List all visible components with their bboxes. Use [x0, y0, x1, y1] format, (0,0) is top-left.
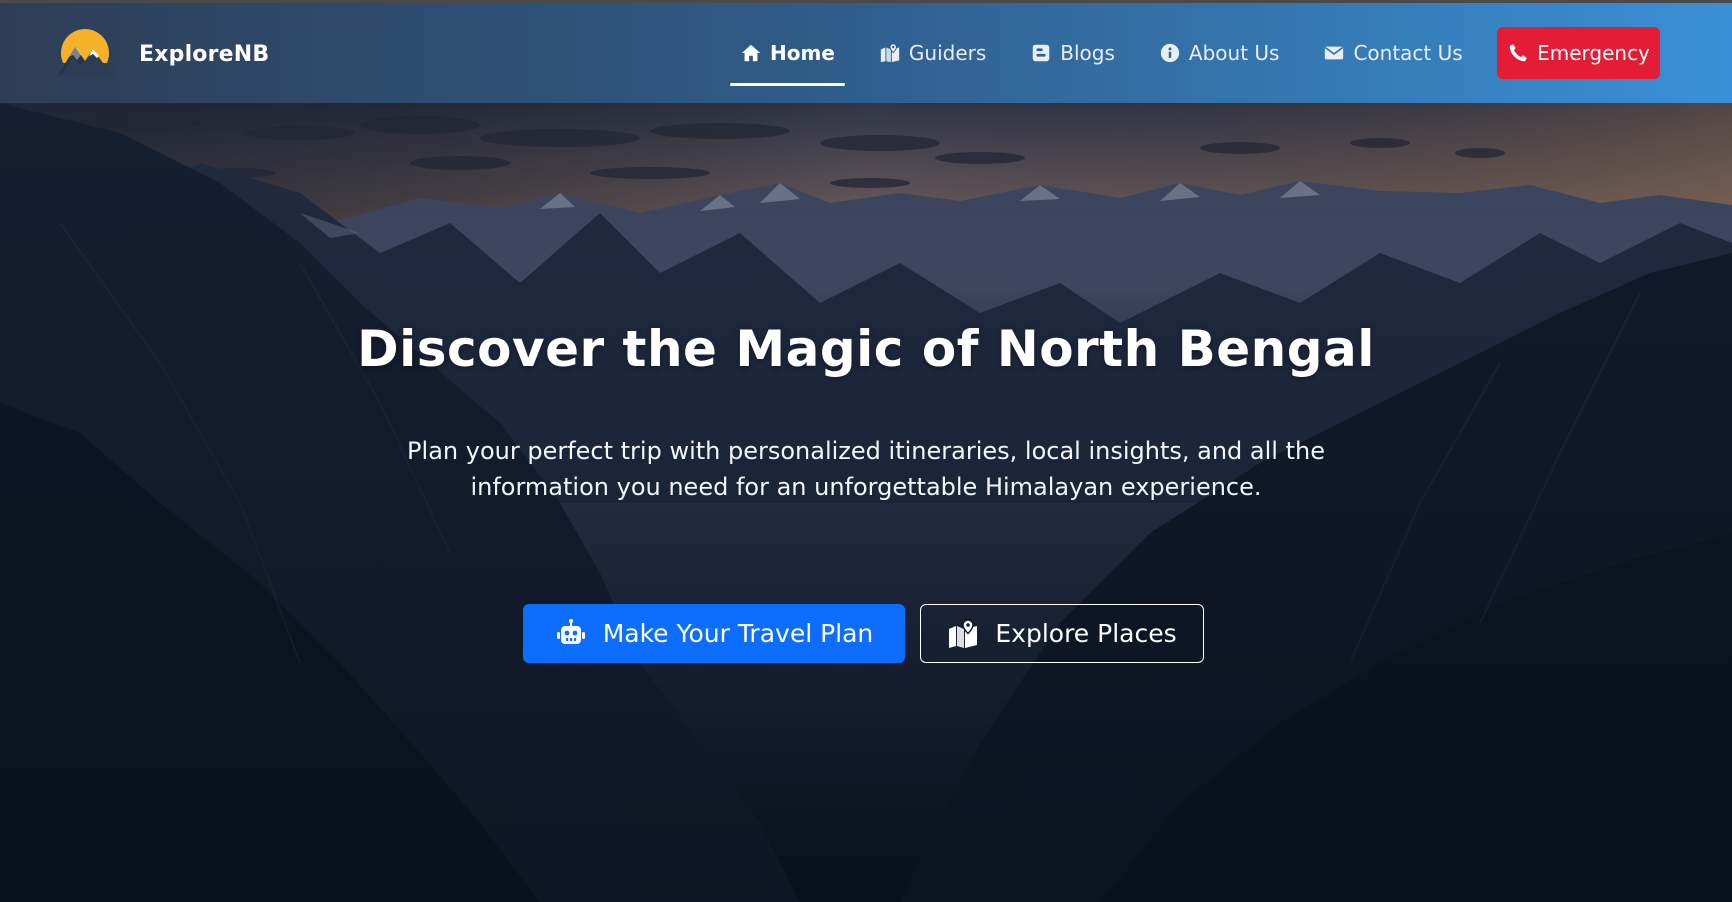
nav-blogs[interactable]: Blogs	[1020, 27, 1125, 79]
nav-home-label: Home	[770, 41, 835, 65]
emergency-label: Emergency	[1537, 41, 1650, 65]
nav-guiders-label: Guiders	[908, 41, 987, 65]
map-location-icon	[880, 43, 900, 63]
blogger-icon	[1033, 44, 1050, 62]
explore-places-label: Explore Places	[995, 619, 1177, 648]
map-location-icon	[949, 618, 978, 648]
nav-contact-label: Contact Us	[1353, 41, 1463, 65]
hero-title: Discover the Magic of North Bengal	[357, 320, 1375, 378]
main-nav: Home Guiders Blogs About Us Contact Us	[730, 3, 1497, 103]
make-travel-plan-label: Make Your Travel Plan	[602, 619, 874, 648]
nav-contact[interactable]: Contact Us	[1313, 27, 1472, 79]
brand-link[interactable]: ExploreNB	[55, 27, 269, 81]
phone-icon	[1509, 44, 1527, 62]
mountain-sun-logo	[55, 29, 115, 81]
nav-about-label: About Us	[1188, 41, 1280, 65]
hero-section: Discover the Magic of North Bengal Plan …	[0, 103, 1732, 902]
brand-name: ExploreNB	[139, 41, 270, 67]
explore-places-button[interactable]: Explore Places	[920, 604, 1204, 663]
hero-subtitle: Plan your perfect trip with personalized…	[407, 437, 1325, 501]
nav-blogs-label: Blogs	[1060, 41, 1115, 65]
make-travel-plan-button[interactable]: Make Your Travel Plan	[523, 604, 905, 663]
hero-content: Discover the Magic of North Bengal Plan …	[0, 103, 1732, 902]
home-icon	[741, 44, 761, 62]
info-circle-icon	[1160, 43, 1180, 63]
nav-about[interactable]: About Us	[1149, 27, 1290, 79]
nav-guiders[interactable]: Guiders	[869, 27, 996, 79]
nav-home[interactable]: Home	[730, 27, 845, 86]
envelope-icon	[1325, 46, 1344, 60]
page: ExploreNB Home Guiders Blogs About Us Co…	[0, 0, 1732, 902]
robot-icon	[556, 618, 585, 644]
navbar: ExploreNB Home Guiders Blogs About Us Co…	[0, 0, 1732, 103]
emergency-button[interactable]: Emergency	[1497, 27, 1660, 79]
